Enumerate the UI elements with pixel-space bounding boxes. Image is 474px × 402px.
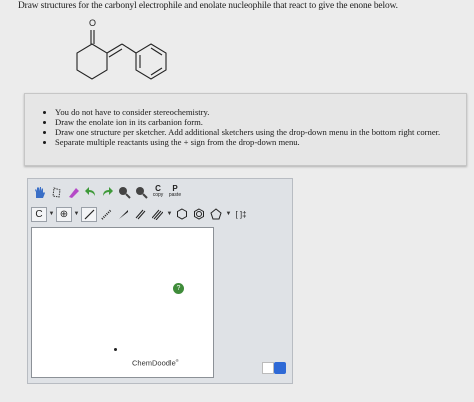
hand-icon[interactable] xyxy=(31,184,47,200)
benzene-ring-icon[interactable] xyxy=(191,206,207,222)
chevron-down-icon[interactable]: ▼ xyxy=(48,206,55,222)
toolbar-row-1: C copy P paste xyxy=(31,184,183,200)
instruction-item: Separate multiple reactants using the + … xyxy=(55,137,466,147)
chevron-down-icon[interactable]: ▼ xyxy=(225,206,232,222)
enone-structure: O xyxy=(76,18,167,80)
canvas-dot xyxy=(114,348,117,351)
drawing-canvas[interactable]: ? ChemDoodle® xyxy=(31,227,214,378)
single-bond-icon[interactable] xyxy=(81,206,97,222)
lasso-icon[interactable] xyxy=(48,184,64,200)
paste-label: paste xyxy=(168,192,182,198)
redo-icon[interactable] xyxy=(99,184,115,200)
hashed-bond-icon[interactable] xyxy=(98,206,114,222)
cyclopentane-ring-icon[interactable] xyxy=(208,206,224,222)
toggle-left xyxy=(262,362,274,374)
zoom-out-icon[interactable] xyxy=(133,184,149,200)
help-button[interactable]: ? xyxy=(173,283,184,294)
toolbar-row-2: C ▼ ⊕ ▼ ▼ ▼ [ ]‡ xyxy=(31,206,249,222)
chevron-down-icon[interactable]: ▼ xyxy=(166,206,173,222)
copy-label: copy xyxy=(152,192,164,198)
instructions-panel: You do not have to consider stereochemis… xyxy=(24,93,467,166)
sketcher-dropdown-toggle[interactable] xyxy=(262,362,286,374)
instruction-item: Draw the enolate ion in its carbanion fo… xyxy=(55,117,466,127)
copy-button[interactable]: C copy xyxy=(150,184,166,200)
paste-button[interactable]: P paste xyxy=(167,184,183,200)
cyclohexane-ring-icon[interactable] xyxy=(174,206,190,222)
triple-bond-icon[interactable] xyxy=(149,206,165,222)
question-text: Draw structures for the carbonyl electro… xyxy=(18,1,398,11)
zoom-in-icon[interactable] xyxy=(116,184,132,200)
charge-button[interactable]: ⊕ xyxy=(56,206,72,222)
chemdoodle-sketcher: C copy P paste C ▼ ⊕ ▼ ▼ ▼ []‡ ? ChemDo… xyxy=(27,178,293,384)
bracket-button[interactable]: [ ]‡ xyxy=(233,206,249,222)
chevron-down-icon[interactable]: ▼ xyxy=(73,206,80,222)
dropdown-icon[interactable] xyxy=(274,362,286,374)
instruction-item: Draw one structure per sketcher. Add add… xyxy=(55,127,466,137)
wedge-bond-icon[interactable] xyxy=(115,206,131,222)
oxygen-label: O xyxy=(89,18,96,28)
brand-name: ChemDoodle xyxy=(132,358,176,367)
eraser-icon[interactable] xyxy=(65,184,81,200)
brand-mark: ® xyxy=(175,357,179,363)
instruction-item: You do not have to consider stereochemis… xyxy=(55,107,466,117)
undo-icon[interactable] xyxy=(82,184,98,200)
chemdoodle-logo: ChemDoodle® xyxy=(132,358,179,368)
cyclohexanone-ring xyxy=(76,43,108,80)
element-button[interactable]: C xyxy=(31,206,47,222)
double-bond-icon[interactable] xyxy=(132,206,148,222)
